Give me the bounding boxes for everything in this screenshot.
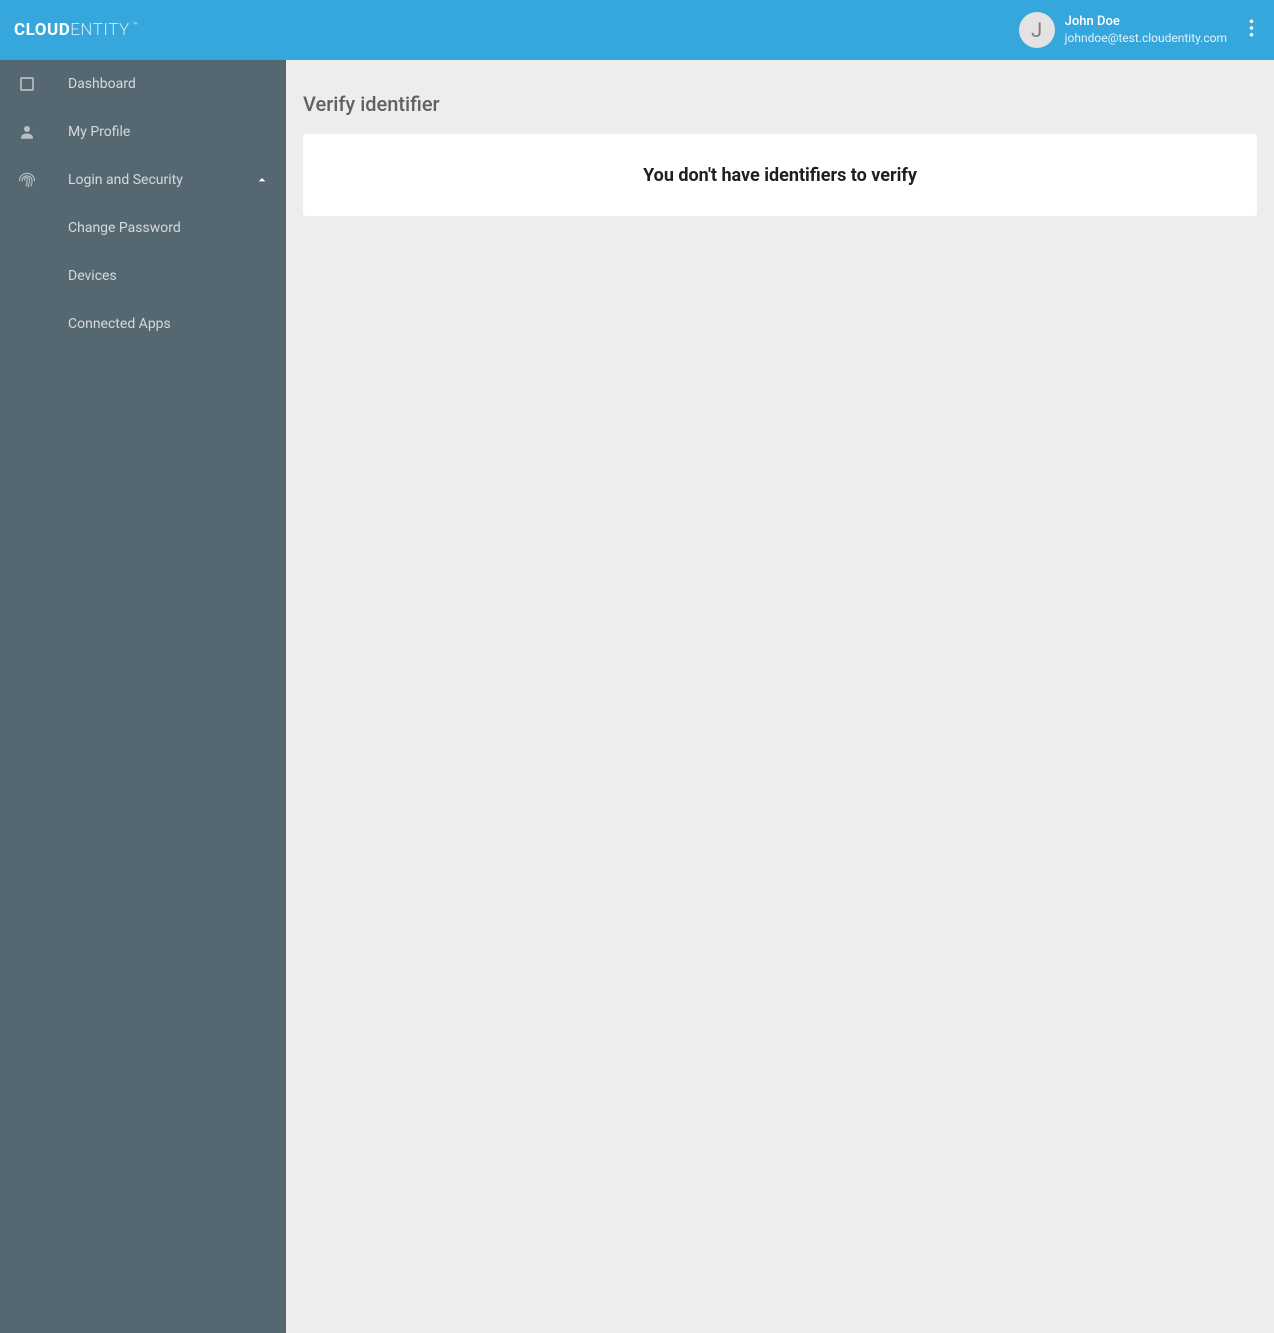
chevron-up-icon [254, 172, 270, 188]
dashboard-icon [16, 73, 38, 95]
sidebar: Dashboard My Profile Login and Secur [0, 60, 286, 1333]
user-block[interactable]: J John Doe johndoe@test.cloudentity.com [1019, 12, 1227, 48]
sidebar-item-connected-apps[interactable]: Connected Apps [0, 300, 286, 348]
sidebar-item-label: Devices [68, 268, 117, 284]
sidebar-item-label: Dashboard [68, 76, 270, 92]
sidebar-item-login-security[interactable]: Login and Security [0, 156, 286, 204]
avatar: J [1019, 12, 1055, 48]
sidebar-item-devices[interactable]: Devices [0, 252, 286, 300]
user-email: johndoe@test.cloudentity.com [1065, 31, 1227, 47]
person-icon [16, 121, 38, 143]
header-right: J John Doe johndoe@test.cloudentity.com [1019, 12, 1260, 48]
sidebar-item-my-profile[interactable]: My Profile [0, 108, 286, 156]
logo[interactable]: CLOUDENTITY ™ [14, 20, 138, 40]
sidebar-item-label: Connected Apps [68, 316, 171, 332]
more-menu-button[interactable] [1243, 13, 1260, 47]
logo-bold-text: CLOUD [14, 20, 70, 40]
sidebar-item-label: My Profile [68, 124, 270, 140]
sidebar-item-change-password[interactable]: Change Password [0, 204, 286, 252]
layout: Dashboard My Profile Login and Secur [0, 60, 1274, 1333]
user-name: John Doe [1065, 14, 1227, 31]
more-vertical-icon [1249, 19, 1254, 41]
logo-light-text: ENTITY [70, 20, 129, 40]
page-title: Verify identifier [303, 92, 1257, 116]
logo-trademark: ™ [133, 21, 138, 30]
avatar-initial: J [1031, 18, 1042, 42]
user-text: John Doe johndoe@test.cloudentity.com [1065, 14, 1227, 46]
fingerprint-icon [16, 169, 38, 191]
header: CLOUDENTITY ™ J John Doe johndoe@test.clo… [0, 0, 1274, 60]
sidebar-item-dashboard[interactable]: Dashboard [0, 60, 286, 108]
empty-state-message: You don't have identifiers to verify [643, 165, 917, 186]
sidebar-item-label: Login and Security [68, 172, 254, 188]
main-content: Verify identifier You don't have identif… [286, 60, 1274, 1333]
identifier-card: You don't have identifiers to verify [303, 134, 1257, 216]
sidebar-item-label: Change Password [68, 220, 181, 236]
